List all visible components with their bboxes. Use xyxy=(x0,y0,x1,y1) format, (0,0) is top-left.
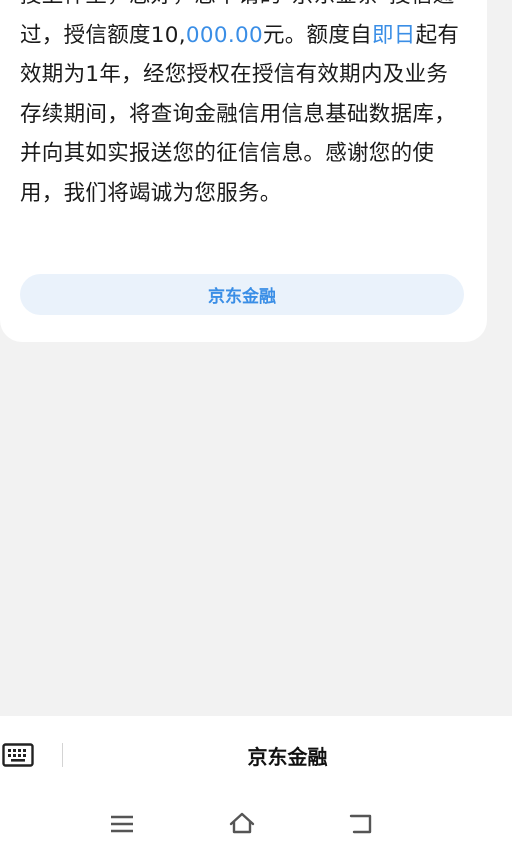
back-icon[interactable] xyxy=(348,810,376,838)
message-segment-2: 元。额度自 xyxy=(262,22,372,48)
home-icon[interactable] xyxy=(228,810,256,838)
menu-jd-finance[interactable]: 京东金融 xyxy=(63,738,512,772)
keyboard-icon[interactable] xyxy=(2,742,34,768)
message-card: 授卫件至，您好，您申请的"京东金条"授信通过，授信额度10,000.00元。额度… xyxy=(0,0,487,342)
menu-icon[interactable] xyxy=(108,810,136,838)
message-partial-line: 授卫件至，您好，您申请的"京东金条"授 xyxy=(20,0,411,8)
bottom-bar: 京东金融 xyxy=(0,716,512,857)
effective-date-link[interactable]: 即日 xyxy=(372,23,416,48)
jd-finance-source-button[interactable]: 京东金融 xyxy=(20,274,464,315)
credit-amount-link[interactable]: 000.00 xyxy=(186,23,263,48)
message-segment-3: 起有效期为1年，经您授权在授信有效期内及业务存续期间，将查询金融信用信息基础数据… xyxy=(20,22,460,206)
message-text: 授卫件至，您好，您申请的"京东金条"授信通过，授信额度10,000.00元。额度… xyxy=(20,0,460,214)
